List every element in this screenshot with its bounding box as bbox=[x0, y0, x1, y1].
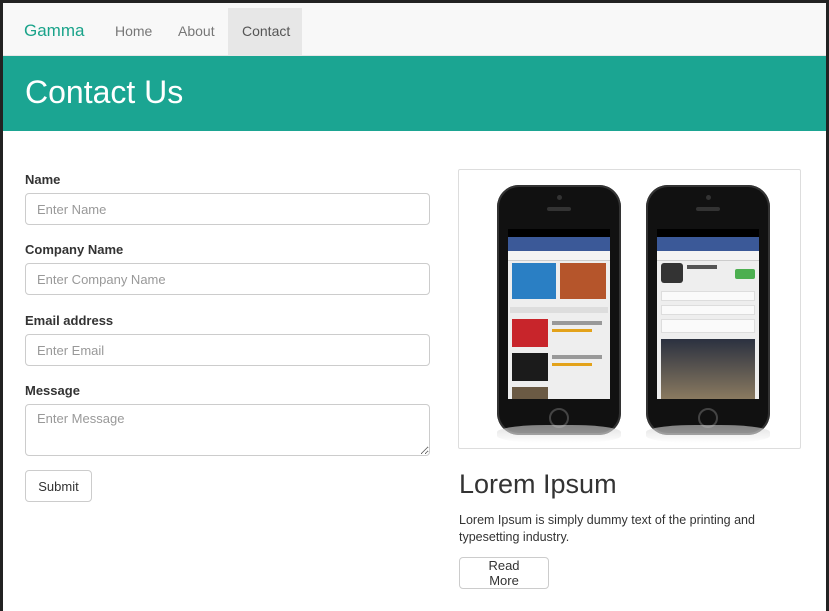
phone-right-screen bbox=[657, 229, 759, 399]
navbar: Gamma Home About Contact bbox=[3, 3, 826, 56]
email-label: Email address bbox=[25, 313, 114, 328]
message-textarea[interactable] bbox=[25, 404, 430, 456]
read-more-button[interactable]: Read More bbox=[459, 557, 549, 589]
company-name-label: Company Name bbox=[25, 242, 124, 257]
card-text: Lorem Ipsum is simply dummy text of the … bbox=[459, 513, 755, 544]
nav-link-about[interactable]: About bbox=[164, 8, 229, 55]
phone-left bbox=[497, 185, 621, 435]
phone-left-screen bbox=[508, 229, 610, 399]
brand-link[interactable]: Gamma bbox=[24, 21, 84, 41]
email-input[interactable] bbox=[25, 334, 430, 366]
name-label: Name bbox=[25, 172, 61, 187]
card-title: Lorem Ipsum bbox=[459, 469, 617, 499]
page-header: Contact Us bbox=[3, 56, 826, 131]
phone-right bbox=[646, 185, 770, 435]
company-name-input[interactable] bbox=[25, 263, 430, 295]
name-input[interactable] bbox=[25, 193, 430, 225]
phone-image bbox=[458, 169, 801, 449]
message-label: Message bbox=[25, 383, 80, 398]
submit-button[interactable]: Submit bbox=[25, 470, 92, 502]
nav-link-home[interactable]: Home bbox=[101, 8, 166, 55]
nav-link-contact[interactable]: Contact bbox=[228, 8, 302, 55]
page-title: Contact Us bbox=[25, 74, 184, 110]
